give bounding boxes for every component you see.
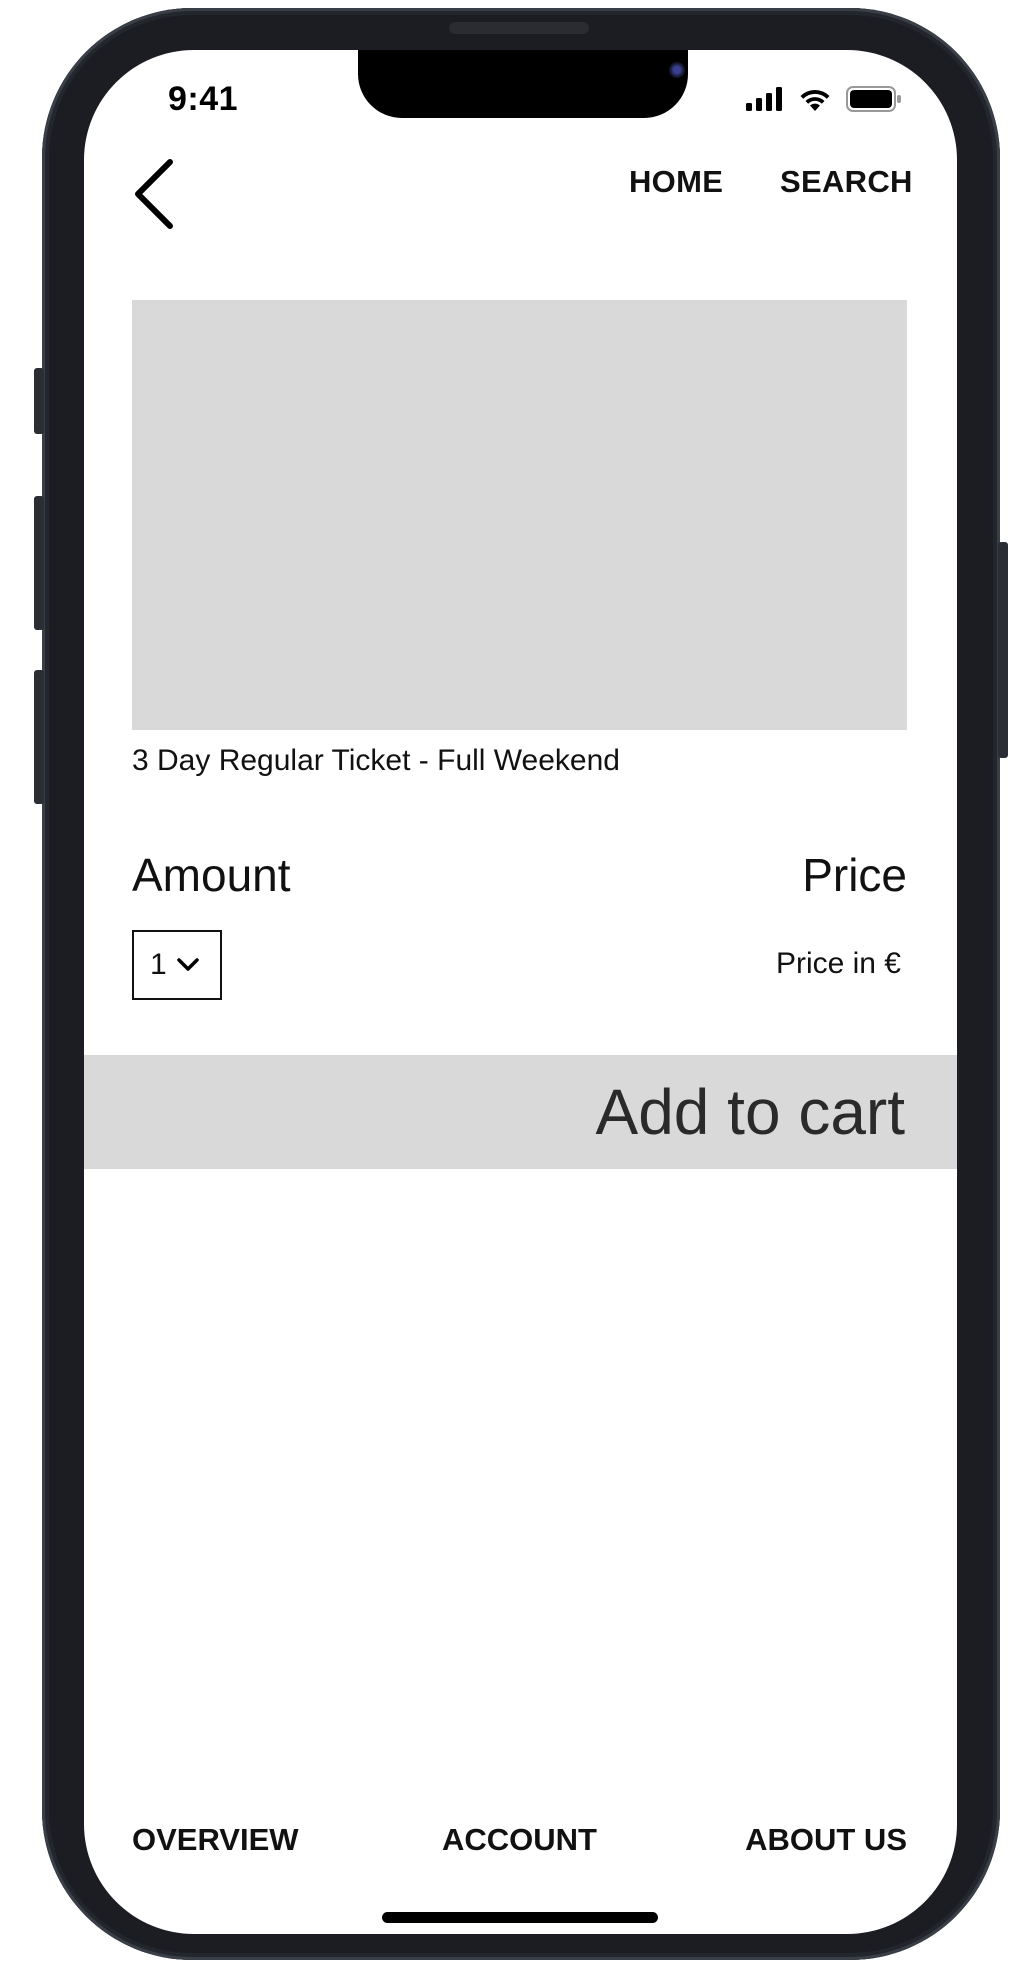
- camera-icon: [669, 62, 685, 78]
- back-button[interactable]: [128, 154, 188, 234]
- battery-icon: [846, 86, 901, 112]
- nav-home-link[interactable]: HOME: [629, 164, 723, 200]
- power-button: [998, 542, 1008, 758]
- bottom-nav-account[interactable]: ACCOUNT: [442, 1822, 597, 1858]
- home-indicator[interactable]: [382, 1912, 658, 1923]
- bottom-nav-about-us[interactable]: ABOUT US: [745, 1822, 907, 1858]
- price-heading: Price: [802, 849, 907, 901]
- phone-screen: 9:41 HOME SEARCH 3 Day Regular Ticket - …: [84, 50, 957, 1934]
- amount-heading: Amount: [132, 849, 291, 901]
- bottom-nav-overview[interactable]: OVERVIEW: [132, 1822, 299, 1858]
- cellular-signal-icon: [746, 87, 782, 111]
- volume-up-button: [34, 496, 44, 630]
- quantity-value: 1: [150, 948, 167, 981]
- product-title: 3 Day Regular Ticket - Full Weekend: [132, 744, 620, 777]
- quantity-select[interactable]: 1: [132, 930, 222, 1000]
- nav-search-link[interactable]: SEARCH: [780, 164, 913, 200]
- mute-switch: [34, 368, 44, 434]
- price-value: Price in €: [775, 947, 901, 980]
- wifi-icon: [800, 89, 830, 111]
- volume-down-button: [34, 670, 44, 804]
- app-canvas: 9:41 HOME SEARCH 3 Day Regular Ticket - …: [0, 0, 1011, 1968]
- status-icons: [746, 86, 902, 112]
- product-image-placeholder: [132, 300, 907, 730]
- earpiece-speaker: [449, 22, 589, 34]
- chevron-down-icon: [176, 958, 199, 971]
- add-to-cart-button[interactable]: Add to cart: [84, 1055, 957, 1169]
- chevron-left-icon: [135, 159, 173, 229]
- add-to-cart-label: Add to cart: [595, 1076, 906, 1148]
- notch: [358, 50, 688, 118]
- status-time: 9:41: [168, 80, 239, 118]
